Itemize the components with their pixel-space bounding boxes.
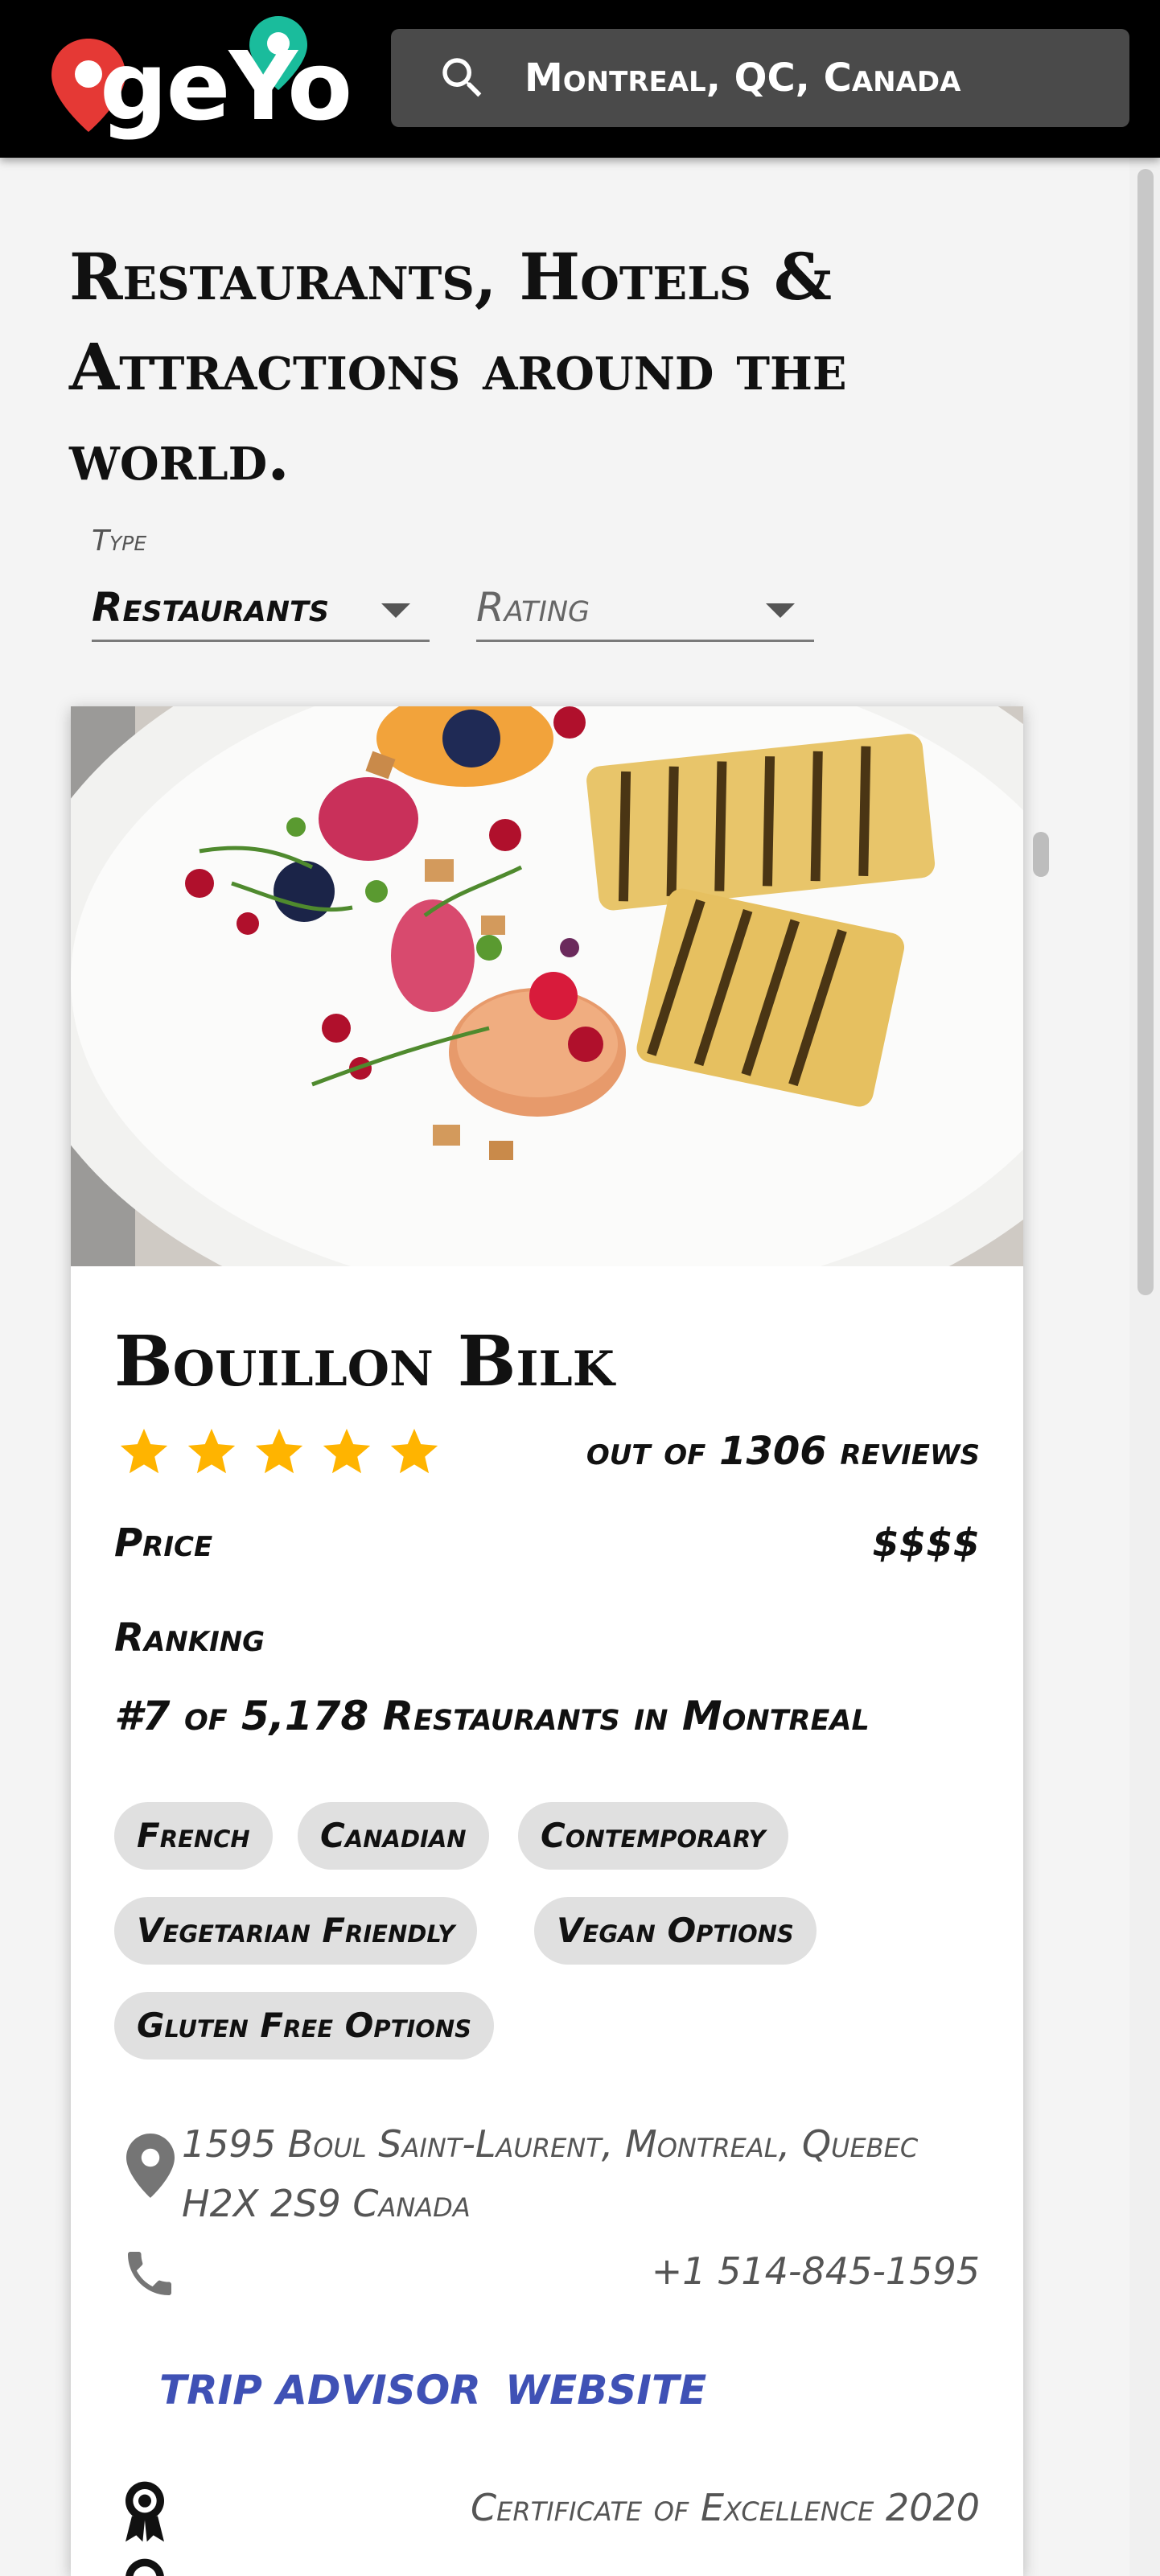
location-pin-icon — [126, 2134, 175, 2198]
page-scrollbar-thumb[interactable] — [1137, 169, 1154, 1295]
phone-icon — [128, 2252, 171, 2295]
place-photo — [71, 706, 1023, 1266]
star-icon — [187, 1428, 236, 1474]
cuisine-chip[interactable]: Vegan Options — [534, 1897, 817, 1965]
tripadvisor-link[interactable]: TRIP ADVISOR — [159, 2367, 481, 2413]
type-select-value: Restaurants — [92, 584, 330, 631]
place-name: Bouillon Bilk — [114, 1321, 615, 1402]
star-icon — [120, 1428, 168, 1474]
place-card: Bouillon Bilk out of 1306 reviews Price … — [71, 706, 1023, 2576]
search-icon — [442, 58, 482, 97]
price-label: Price — [114, 1520, 213, 1566]
logo-text: geYo — [100, 31, 352, 142]
star-icon — [390, 1428, 438, 1474]
rating-select-placeholder: Rating — [476, 584, 590, 631]
type-select-label: Type — [92, 525, 147, 558]
cuisine-chip[interactable]: Canadian — [298, 1802, 489, 1870]
location-search[interactable] — [391, 29, 1129, 127]
dropdown-caret-icon — [381, 603, 410, 618]
award-text: Certificate of Excellence 2020 — [471, 2486, 980, 2529]
price-value: $$$$ — [872, 1520, 980, 1566]
rating-select[interactable]: Rating — [476, 576, 814, 642]
cuisine-chip[interactable]: Gluten Free Options — [114, 1992, 495, 2060]
search-input[interactable] — [524, 29, 1112, 127]
type-select[interactable]: Restaurants — [92, 576, 430, 642]
rating-stars — [116, 1424, 442, 1480]
ranking-label: Ranking — [114, 1615, 265, 1660]
dropdown-caret-icon — [766, 603, 795, 618]
cuisine-chip[interactable]: Contemporary — [518, 1802, 788, 1870]
award-icon — [125, 2481, 164, 2542]
cuisine-chip[interactable]: Vegetarian Friendly — [114, 1897, 478, 1965]
cuisine-chip[interactable]: French — [114, 1802, 273, 1870]
website-link[interactable]: WEBSITE — [505, 2367, 706, 2413]
review-count: out of 1306 reviews — [586, 1429, 980, 1474]
place-address: 1595 Boul Saint-Laurent, Montreal, Quebe… — [182, 2122, 919, 2225]
place-phone[interactable]: +1 514-845-1595 — [652, 2249, 980, 2293]
award-icon — [125, 2558, 164, 2576]
star-icon — [323, 1428, 371, 1474]
geyo-logo[interactable]: geYo — [51, 16, 373, 137]
ranking-value: #7 of 5,178 Restaurants in Montreal — [114, 1693, 870, 1739]
page-title: Restaurants, Hotels & Attractions around… — [69, 239, 847, 495]
app-header: geYo — [0, 0, 1160, 158]
star-icon — [255, 1428, 303, 1474]
list-scrollbar-thumb[interactable] — [1033, 832, 1049, 877]
